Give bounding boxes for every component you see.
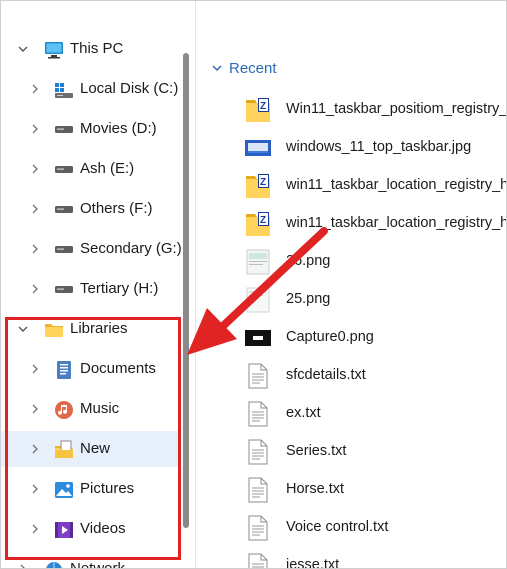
file-row[interactable]: Z win11_taskbar_location_registry_h — [241, 166, 507, 204]
text-file-icon — [245, 401, 271, 427]
navigation-scrollbar[interactable] — [183, 53, 189, 528]
file-name: win11_taskbar_location_registry_h — [286, 215, 507, 231]
svg-text:Z: Z — [260, 101, 266, 112]
file-row[interactable]: Z Win11_taskbar_positiom_registry_ — [241, 90, 507, 128]
file-name: Horse.txt — [286, 481, 345, 497]
drive-icon — [54, 160, 74, 180]
pane-splitter[interactable] — [195, 1, 196, 568]
nav-item-label: Movies (D:) — [80, 120, 157, 137]
chevron-right-icon[interactable] — [28, 71, 42, 107]
nav-item-local-disk-c[interactable]: Local Disk (C:) — [1, 71, 179, 107]
image-thumb-icon — [245, 325, 271, 351]
file-explorer-window: This PC Local Disk (C:) Movies (D:) Ash … — [0, 0, 507, 569]
text-file-icon — [245, 553, 271, 568]
file-row[interactable]: Capture0.png — [241, 318, 506, 356]
file-row[interactable]: Voice control.txt — [241, 508, 506, 546]
nav-item-others-f[interactable]: Others (F:) — [1, 191, 179, 227]
chevron-right-icon[interactable] — [28, 231, 42, 267]
file-name: Win11_taskbar_positiom_registry_ — [286, 101, 507, 117]
file-name: 26.png — [286, 253, 331, 269]
registry-file-icon: Z — [245, 173, 271, 199]
registry-file-icon: Z — [245, 97, 271, 123]
nav-item-label: Secondary (G:) — [80, 240, 182, 257]
file-row[interactable]: Z win11_taskbar_location_registry_h — [241, 204, 507, 242]
chevron-right-icon[interactable] — [28, 191, 42, 227]
nav-item-label: Tertiary (H:) — [80, 280, 159, 297]
nav-item-label: Ash (E:) — [80, 160, 135, 177]
network-icon — [44, 560, 64, 568]
nav-item-tertiary-h[interactable]: Tertiary (H:) — [1, 271, 179, 307]
windows-drive-icon — [54, 80, 74, 100]
file-row[interactable]: 25.png — [241, 280, 506, 318]
file-name: Voice control.txt — [286, 519, 389, 535]
file-name: windows_11_top_taskbar.jpg — [286, 139, 472, 155]
file-row[interactable]: jesse.txt — [241, 546, 506, 569]
image-thumb-icon — [245, 287, 271, 313]
file-name: sfcdetails.txt — [286, 367, 366, 383]
text-file-icon — [245, 439, 271, 465]
nav-item-label: This PC — [70, 40, 124, 57]
file-name: ex.txt — [286, 405, 321, 421]
file-row[interactable]: windows_11_top_taskbar.jpg — [241, 128, 506, 166]
chevron-down-icon[interactable] — [211, 57, 225, 81]
file-name: jesse.txt — [286, 557, 340, 569]
pc-icon — [44, 40, 64, 60]
image-thumb-icon — [245, 135, 271, 161]
nav-item-this-pc[interactable]: This PC — [1, 31, 179, 67]
text-file-icon — [245, 515, 271, 541]
file-row[interactable]: Series.txt — [241, 432, 506, 470]
annotation-highlight-box — [5, 317, 181, 560]
drive-icon — [54, 200, 74, 220]
chevron-down-icon[interactable] — [16, 31, 30, 67]
recent-section-header[interactable]: Recent — [211, 57, 277, 81]
nav-item-label: Local Disk (C:) — [80, 80, 179, 97]
chevron-right-icon[interactable] — [28, 111, 42, 147]
file-name: win11_taskbar_location_registry_h — [286, 177, 507, 193]
drive-icon — [54, 240, 74, 260]
nav-item-movies-d[interactable]: Movies (D:) — [1, 111, 179, 147]
drive-icon — [54, 280, 74, 300]
chevron-right-icon[interactable] — [28, 151, 42, 187]
recent-section-label: Recent — [229, 60, 277, 77]
file-row[interactable]: 26.png — [241, 242, 506, 280]
registry-file-icon: Z — [245, 211, 271, 237]
text-file-icon — [245, 477, 271, 503]
text-file-icon — [245, 363, 271, 389]
file-row[interactable]: ex.txt — [241, 394, 506, 432]
nav-item-secondary-g[interactable]: Secondary (G:) — [1, 231, 182, 267]
file-name: Series.txt — [286, 443, 347, 459]
file-name: 25.png — [286, 291, 331, 307]
nav-item-ash-e[interactable]: Ash (E:) — [1, 151, 179, 187]
svg-text:Z: Z — [260, 215, 266, 226]
file-name: Capture0.png — [286, 329, 374, 345]
file-row[interactable]: sfcdetails.txt — [241, 356, 506, 394]
chevron-right-icon[interactable] — [28, 271, 42, 307]
drive-icon — [54, 120, 74, 140]
image-thumb-icon — [245, 249, 271, 275]
svg-text:Z: Z — [260, 177, 266, 188]
file-row[interactable]: Horse.txt — [241, 470, 506, 508]
nav-item-label: Others (F:) — [80, 200, 153, 217]
